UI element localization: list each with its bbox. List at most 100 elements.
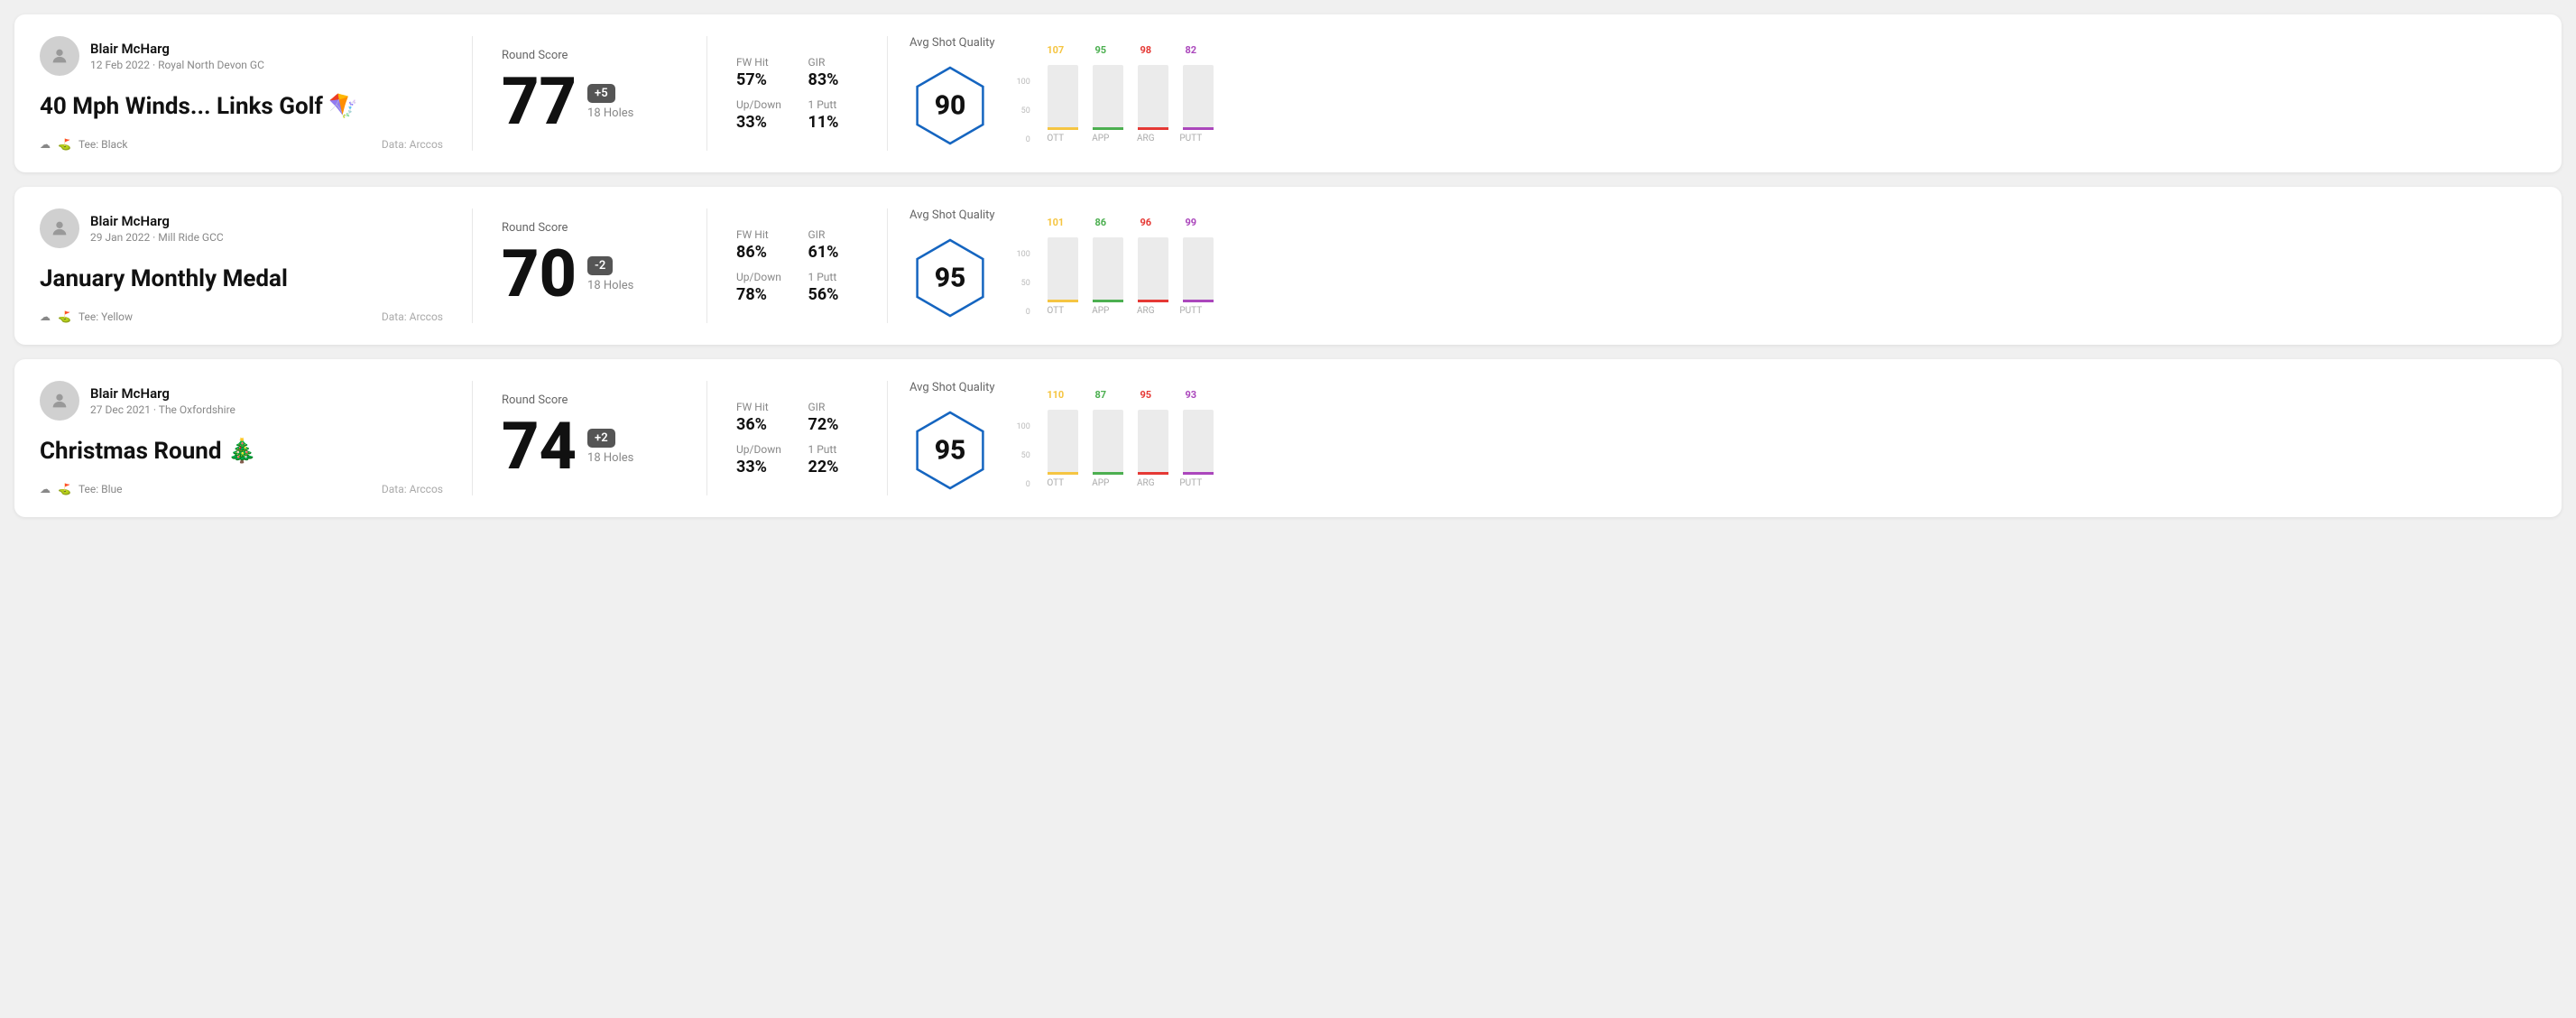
bar-column: 99PUTT [1168, 217, 1214, 316]
stat-value: 83% [808, 70, 859, 89]
stat-value: 72% [808, 415, 859, 434]
weather-icon: ☁ [40, 483, 51, 495]
big-score: 74 [502, 414, 577, 479]
bar-column: 110OTT [1033, 389, 1078, 488]
avatar [40, 208, 79, 248]
hex-score: 95 [935, 263, 966, 294]
bar-column: 86APP [1078, 217, 1123, 316]
quality-section: Avg Shot Quality 90 100500107OTT95APP98ARG… [888, 36, 2536, 151]
stat-value: 86% [736, 243, 787, 262]
bar-chart: 100500101OTT86APP96ARG99PUTT [1017, 217, 1214, 316]
stat-label: GIR [808, 56, 859, 69]
stat-label: GIR [808, 228, 859, 241]
user-name: Blair McHarg [90, 41, 264, 57]
stat-one-putt: 1 Putt 56% [808, 271, 859, 304]
stat-fw-hit: FW Hit 86% [736, 228, 787, 262]
score-section-label: Round Score [502, 221, 678, 235]
bar-column: 87APP [1078, 389, 1123, 488]
bag-icon: ⛳ [58, 310, 71, 323]
stat-value: 78% [736, 285, 787, 304]
tee-info: ☁⛳Tee: Blue [40, 483, 123, 495]
stat-label: Up/Down [736, 98, 787, 111]
holes-label: 18 Holes [587, 451, 633, 465]
stat-up-down: Up/Down 78% [736, 271, 787, 304]
hex-score: 95 [935, 435, 966, 467]
bar-column: 93PUTT [1168, 389, 1214, 488]
tee-label: Tee: Yellow [78, 310, 133, 323]
stat-label: FW Hit [736, 401, 787, 413]
stat-label: Up/Down [736, 271, 787, 283]
score-section: Round Score 77 +5 18 Holes [473, 36, 707, 151]
score-section: Round Score70-218 Holes [473, 208, 707, 323]
stat-up-down: Up/Down 33% [736, 98, 787, 132]
bar-column: 107OTT [1033, 44, 1078, 143]
round-title: 40 Mph Winds... Links Golf 🪁 [40, 93, 443, 120]
stat-value: 61% [808, 243, 859, 262]
user-info: Blair McHarg27 Dec 2021 · The Oxfordshir… [40, 381, 443, 421]
avg-shot-quality-label: Avg Shot Quality [909, 208, 995, 222]
stat-value: 11% [808, 113, 859, 132]
weather-icon: ☁ [40, 138, 51, 151]
tee-label: Tee: Black [78, 138, 127, 151]
big-score: 77 [502, 69, 577, 134]
score-section-label: Round Score [502, 393, 678, 407]
round-info-section: Blair McHarg29 Jan 2022 · Mill Ride GCCJ… [40, 208, 473, 323]
stat-value: 22% [808, 458, 859, 477]
tee-label: Tee: Blue [78, 483, 123, 495]
bar-column: 101OTT [1033, 217, 1078, 316]
tee-info: ☁ ⛳ Tee: Yellow [40, 310, 133, 323]
tee-info: ☁⛳Tee: Black [40, 138, 127, 151]
stat-label: 1 Putt [808, 271, 859, 283]
stat-up-down: Up/Down 33% [736, 443, 787, 477]
stat-label: 1 Putt [808, 98, 859, 111]
data-source-label: Data: Arccos [382, 310, 443, 323]
hex-score: 90 [935, 90, 966, 122]
bar-column: 82PUTT [1168, 44, 1214, 143]
avatar [40, 381, 79, 421]
stat-label: FW Hit [736, 228, 787, 241]
score-badge: +2 [587, 429, 615, 448]
hexagon-chart: 95 [909, 233, 991, 323]
stat-value: 33% [736, 458, 787, 477]
data-source-label: Data: Arccos [382, 483, 443, 495]
weather-icon: ☁ [40, 310, 51, 323]
user-name: Blair McHarg [90, 385, 235, 402]
quality-section: Avg Shot Quality95100500110OTT87APP95ARG… [888, 381, 2536, 495]
stat-value: 36% [736, 415, 787, 434]
round-card: Blair McHarg27 Dec 2021 · The Oxfordshir… [14, 359, 2562, 517]
hexagon-chart: 90 [909, 60, 991, 151]
round-card: Blair McHarg29 Jan 2022 · Mill Ride GCCJ… [14, 187, 2562, 345]
data-source-label: Data: Arccos [382, 138, 443, 151]
stat-label: GIR [808, 401, 859, 413]
bar-column: 98ARG [1123, 44, 1168, 143]
user-meta: 27 Dec 2021 · The Oxfordshire [90, 403, 235, 416]
stat-value: 57% [736, 70, 787, 89]
big-score: 70 [502, 242, 577, 307]
stats-section: FW Hit 36% GIR 72% Up/Down 33% 1 Putt 22% [707, 381, 888, 495]
bar-chart: 100500107OTT95APP98ARG82PUTT [1017, 44, 1214, 143]
stat-one-putt: 1 Putt 22% [808, 443, 859, 477]
score-section: Round Score 74 +2 18 Holes [473, 381, 707, 495]
bar-column: 95APP [1078, 44, 1123, 143]
holes-label: 18 Holes [587, 106, 633, 120]
stats-section: FW Hit 57% GIR 83% Up/Down 33% 1 Putt 11% [707, 36, 888, 151]
user-meta: 29 Jan 2022 · Mill Ride GCC [90, 231, 224, 244]
round-title: Christmas Round 🎄 [40, 438, 443, 465]
avatar [40, 36, 79, 76]
stat-fw-hit: FW Hit 36% [736, 401, 787, 434]
score-section-label: Round Score [502, 49, 678, 62]
round-info-section: Blair McHarg 12 Feb 2022 · Royal North De… [40, 36, 473, 151]
quality-section: Avg Shot Quality 95 100500101OTT86APP96ARG… [888, 208, 2536, 323]
stat-one-putt: 1 Putt 11% [808, 98, 859, 132]
user-name: Blair McHarg [90, 213, 224, 229]
stat-gir: GIR 83% [808, 56, 859, 89]
score-badge: +5 [587, 84, 615, 103]
stat-gir: GIR 72% [808, 401, 859, 434]
stats-section: FW Hit 86% GIR 61% Up/Down 78% 1 Putt 56% [707, 208, 888, 323]
avg-shot-quality-label: Avg Shot Quality [909, 36, 995, 50]
bar-column: 95ARG [1123, 389, 1168, 488]
user-meta: 12 Feb 2022 · Royal North Devon GC [90, 59, 264, 71]
stat-label: 1 Putt [808, 443, 859, 456]
stat-label: FW Hit [736, 56, 787, 69]
stat-value: 33% [736, 113, 787, 132]
